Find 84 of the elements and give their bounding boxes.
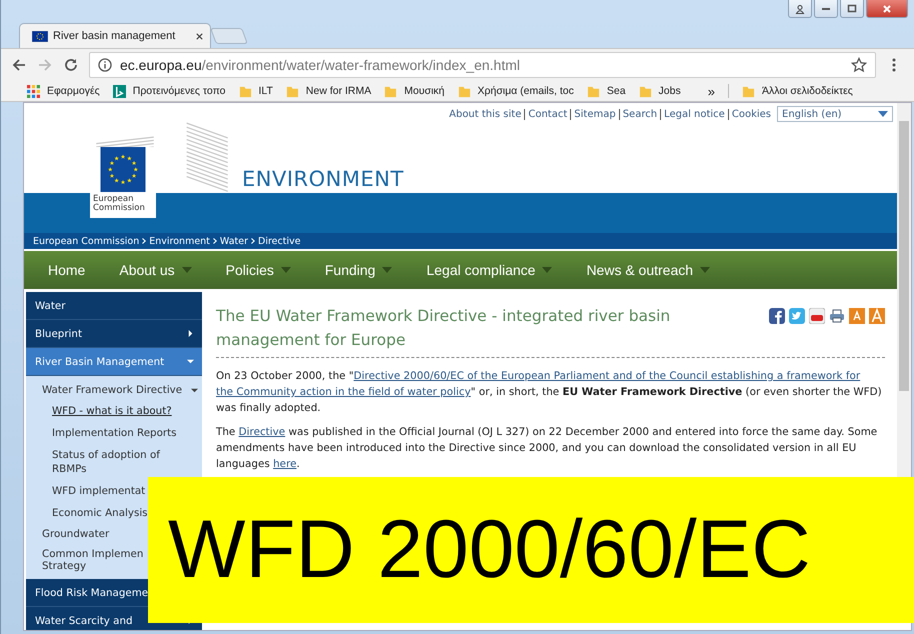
minimize-button[interactable] [814,0,838,18]
sidebar-subitem[interactable]: WFD - what is it about? [26,400,202,422]
nav-item[interactable]: News & outreach [586,262,710,278]
header-link[interactable]: About this site [449,108,522,120]
sidebar-subitem[interactable]: Water Framework Directive [26,380,202,400]
close-button[interactable] [866,0,908,18]
caret-down-icon [187,358,194,365]
link[interactable]: the Community action in the field of water policy [216,386,471,398]
apps-grid-icon [27,84,40,98]
breadcrumb-link[interactable]: Directive [258,236,301,246]
nav-item[interactable]: Legal compliance [426,262,552,278]
bookmark[interactable]: New for IRMA [286,84,372,98]
font-larger-icon[interactable] [869,308,885,324]
folder-icon [742,84,755,98]
font-smaller-icon[interactable] [849,308,865,324]
commission-logo: European Commission [90,147,156,218]
browser-tab[interactable]: River basin management [19,23,211,48]
breadcrumb-link[interactable]: Environment [149,236,210,246]
link[interactable]: Directive [238,426,286,438]
caret-right-icon [187,330,194,337]
folder-icon [458,84,470,98]
scrollbar[interactable] [897,103,911,477]
print-icon[interactable] [829,308,845,324]
folder-icon [286,84,299,98]
bookmark[interactable]: Χρήσιμα (emails, toc [458,84,574,98]
person-icon [795,4,805,14]
tab-title: River basin management [53,30,176,42]
caption-overlay: WFD 2000/60/EC [148,477,914,623]
link[interactable]: Directive 2000/60/EC of the European Parliament and of the Council establishing a framework for [354,370,860,382]
bookmark[interactable]: ILT [238,84,273,98]
paragraph: On 23 October 2000, the "Directive 2000/60/EC of the European Parliament and of the Council establishing a framework for the Community action in the field of water policy" or, in short, the EU Water Framework Directive (or even shorter the WFD) was finally adopted. [216,369,883,416]
header-link[interactable]: Legal notice [660,108,725,120]
nav-item[interactable]: Home [48,262,86,278]
more-bookmarks-button[interactable]: » [708,84,715,98]
folder-icon [238,84,252,98]
header-link[interactable]: Contact [524,108,568,120]
chevron-icon [142,238,146,244]
b-logo-icon [112,84,126,98]
video-icon[interactable] [809,308,825,324]
paragraph: The Directive was published in the Official Journal (OJ L 327) on 22 December 2000 and entered into force the same day. Some amendments have been introduced into the Directive since 2000, and you can download the consolidated version in all EU languages here. [216,425,878,472]
caret-icon [878,111,888,117]
article-title: The EU Water Framework Directive - integrated river basin management for Europe [216,306,672,351]
nav-item[interactable]: Funding [324,262,392,278]
folder-icon [384,84,398,98]
facebook-icon[interactable] [769,308,785,324]
bookmark[interactable]: Μουσική [384,84,444,98]
chevron-icon [212,238,217,244]
maximize-icon [847,4,857,14]
nav-item[interactable]: About us [119,262,192,278]
folder-icon [638,84,652,98]
bookmark[interactable]: Jobs [638,84,681,98]
site-title: ENVIRONMENT [242,167,404,191]
close-icon [882,4,892,14]
link[interactable]: here [273,458,297,470]
reload-icon[interactable] [63,57,79,73]
language-select[interactable]: English (en) [777,106,893,122]
header-link[interactable]: Search [618,108,658,120]
nav-item[interactable]: Policies [226,262,291,278]
star-icon[interactable] [851,57,867,73]
bookmark[interactable]: Sea [586,84,626,98]
header-link[interactable]: Cookies [728,108,771,120]
sidebar-subitem[interactable]: Status of adoption of RBMPs [26,444,202,480]
flag-icon [32,30,48,42]
sidebar-subitem[interactable]: Implementation Reports [26,422,202,444]
close-icon[interactable] [195,32,204,40]
sidebar-item[interactable]: Blueprint [26,320,202,348]
header-link[interactable]: Sitemap [570,108,616,120]
user-button[interactable] [788,0,812,18]
maximize-button[interactable] [840,0,864,18]
folder-icon [586,84,600,98]
address-bar[interactable]: ec.europa.eu/environment/water/water-framework/index_en.html [89,52,876,78]
chevron-icon [251,238,256,244]
back-icon[interactable] [11,57,27,73]
breadcrumb-link[interactable]: European Commission [33,236,140,246]
sidebar-item[interactable]: River Basin Management [26,348,202,376]
bookmark[interactable]: Προτεινόμενες τοπο [112,84,226,98]
sidebar-item[interactable]: Water [26,292,202,320]
minimize-icon [822,8,830,10]
other-bookmarks[interactable]: Άλλοι σελιδοδείκτες [742,84,853,98]
caret-icon [191,386,198,394]
bookmark[interactable]: Εφαρμογές [27,84,100,98]
info-icon [98,58,112,72]
breadcrumb-link[interactable]: Water [220,236,248,246]
url-text: ec.europa.eu/environment/water/water-framework/index_en.html [120,57,521,73]
